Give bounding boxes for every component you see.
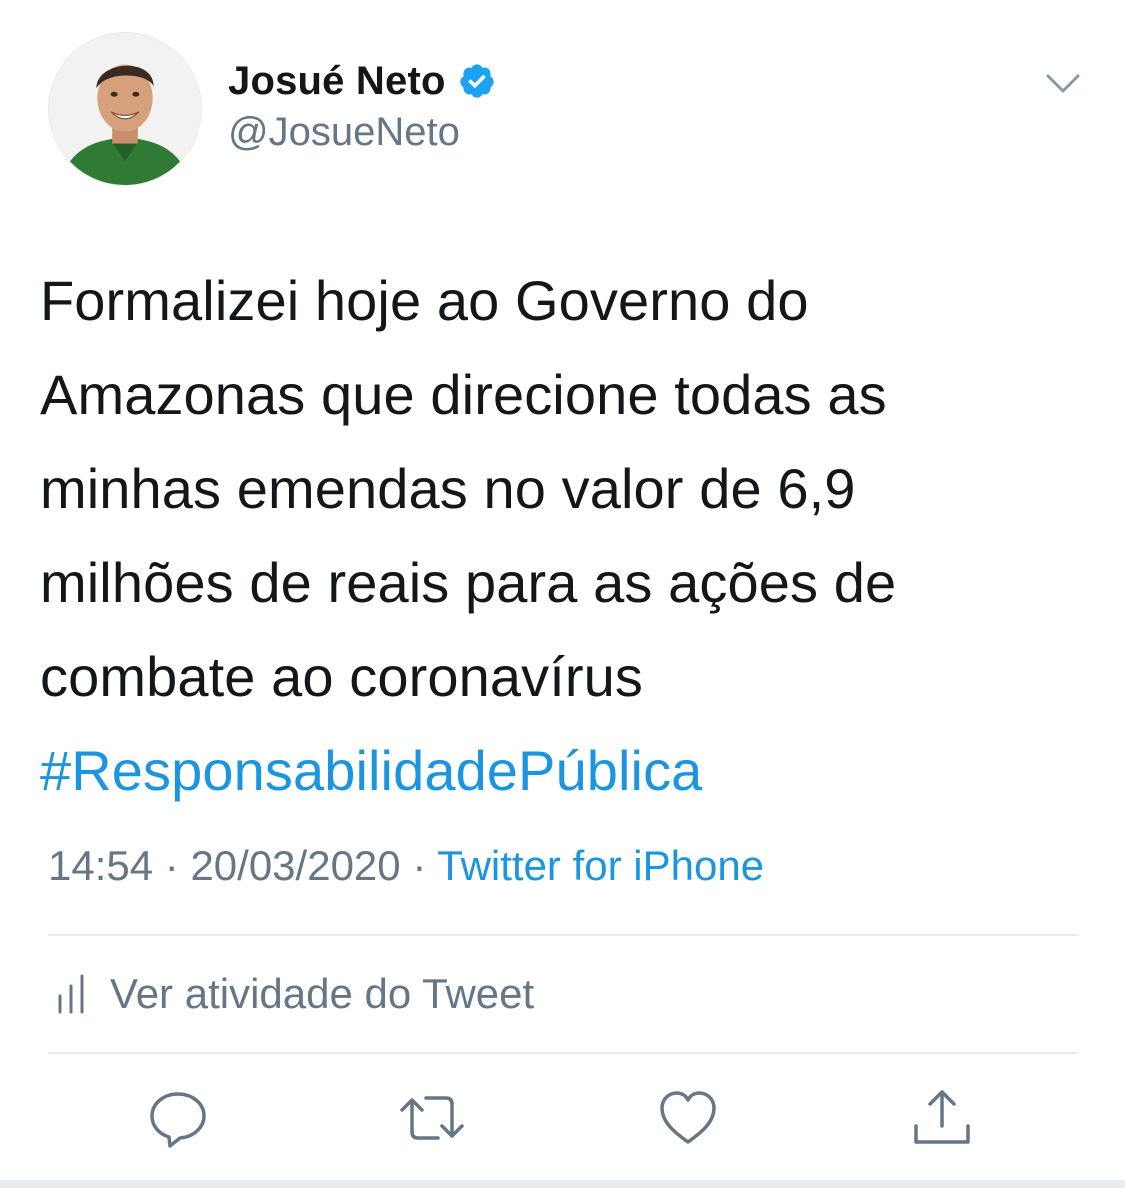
divider (48, 934, 1078, 936)
hashtag-link[interactable]: #ResponsabilidadePública (40, 724, 1040, 818)
author-name-row[interactable]: Josué Neto (228, 56, 496, 106)
tweet-text-line: minhas emendas no valor de 6,9 (40, 457, 856, 520)
tweet-text-line: combate ao coronavírus (40, 645, 643, 708)
chevron-down-icon[interactable] (1040, 64, 1086, 104)
tweet-text-line: Formalizei hoje ao Governo do (40, 269, 809, 332)
bottom-separator (0, 1180, 1125, 1188)
tweet-text-line: milhões de reais para as ações de (40, 551, 897, 614)
share-icon[interactable] (910, 1086, 974, 1150)
tweet-text: Formalizei hoje ao Governo do Amazonas q… (40, 254, 1040, 818)
meta-separator: · (400, 842, 438, 889)
author-display-name[interactable]: Josué Neto (228, 59, 446, 104)
tweet-meta: 14:54 · 20/03/2020 · Twitter for iPhone (48, 842, 764, 890)
tweet-time[interactable]: 14:54 (48, 842, 153, 889)
retweet-icon[interactable] (400, 1086, 464, 1150)
reply-icon[interactable] (146, 1086, 210, 1150)
view-tweet-activity-label: Ver atividade do Tweet (110, 970, 535, 1017)
tweet-action-bar (0, 1086, 1125, 1156)
tweet-text-line: Amazonas que direcione todas as (40, 363, 887, 426)
tweet-date[interactable]: 20/03/2020 (190, 842, 400, 889)
verified-badge-icon (459, 64, 494, 98)
meta-separator: · (153, 842, 191, 889)
heart-icon[interactable] (656, 1086, 720, 1150)
divider (48, 1052, 1078, 1054)
bar-chart-icon (58, 974, 84, 1014)
avatar-image (49, 33, 201, 185)
author-handle[interactable]: @JosueNeto (228, 110, 460, 155)
view-tweet-activity-button[interactable]: Ver atividade do Tweet (56, 964, 534, 1024)
avatar[interactable] (48, 32, 202, 186)
tweet-source-link[interactable]: Twitter for iPhone (437, 842, 764, 889)
